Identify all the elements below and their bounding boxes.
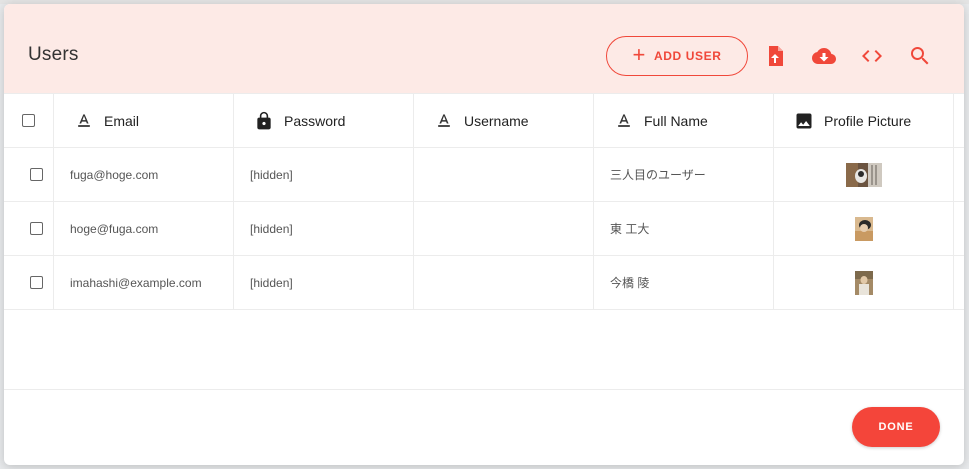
add-user-label: ADD USER <box>653 49 722 63</box>
file-upload-icon[interactable] <box>763 44 787 68</box>
row-overflow <box>954 148 964 201</box>
password-cell[interactable]: [hidden] <box>234 202 414 255</box>
row-checkbox[interactable] <box>30 168 43 181</box>
column-header-full-name[interactable]: Full Name <box>594 94 774 147</box>
text-format-icon <box>618 113 630 127</box>
column-label: Password <box>284 112 346 129</box>
row-overflow <box>954 202 964 255</box>
lock-icon <box>257 111 271 129</box>
dialog-title: Users <box>28 44 79 65</box>
search-icon[interactable] <box>908 44 932 68</box>
row-checkbox[interactable] <box>30 276 43 289</box>
full-name-cell[interactable]: 今橋 陵 <box>594 256 774 309</box>
profile-picture-thumbnail <box>845 162 882 187</box>
users-table: Email Password Username Full Name Profil… <box>4 93 964 310</box>
column-label: Profile Picture <box>824 112 912 129</box>
username-cell[interactable] <box>414 148 594 201</box>
email-cell[interactable]: fuga@hoge.com <box>54 148 234 201</box>
profile-picture-thumbnail <box>854 216 873 241</box>
column-header-password[interactable]: Password <box>234 94 414 147</box>
select-all-checkbox[interactable] <box>22 114 35 127</box>
email-cell[interactable]: imahashi@example.com <box>54 256 234 309</box>
profile-picture-thumbnail <box>854 270 873 295</box>
column-label: Username <box>464 112 529 129</box>
profile-picture-cell[interactable] <box>774 256 954 309</box>
column-header-email[interactable]: Email <box>54 94 234 147</box>
username-cell[interactable] <box>414 256 594 309</box>
table-row[interactable]: hoge@fuga.com [hidden] 東 工大 <box>4 202 964 256</box>
profile-picture-cell[interactable] <box>774 202 954 255</box>
table-row[interactable]: imahashi@example.com [hidden] 今橋 陵 <box>4 256 964 310</box>
image-icon <box>796 113 812 128</box>
column-header-overflow <box>954 94 964 147</box>
dialog-header: Users + ADD USER <box>4 4 964 93</box>
profile-picture-cell[interactable] <box>774 148 954 201</box>
column-label: Email <box>104 112 140 129</box>
text-format-icon <box>438 113 450 127</box>
column-header-profile-picture[interactable]: Profile Picture <box>774 94 954 147</box>
column-label: Full Name <box>644 112 708 129</box>
select-all-cell <box>4 94 54 147</box>
code-icon[interactable] <box>860 44 884 68</box>
users-dialog: Users + ADD USER Email Password Username… <box>4 4 964 465</box>
row-select-cell <box>4 148 54 201</box>
row-select-cell <box>4 202 54 255</box>
footer-divider <box>4 389 964 390</box>
row-select-cell <box>4 256 54 309</box>
email-cell[interactable]: hoge@fuga.com <box>54 202 234 255</box>
table-header-row: Email Password Username Full Name Profil… <box>4 93 964 148</box>
password-cell[interactable]: [hidden] <box>234 148 414 201</box>
full-name-cell[interactable]: 東 工大 <box>594 202 774 255</box>
text-format-icon <box>78 113 90 127</box>
full-name-cell[interactable]: 三人目のユーザー <box>594 148 774 201</box>
username-cell[interactable] <box>414 202 594 255</box>
cloud-download-icon[interactable] <box>812 44 836 68</box>
column-header-username[interactable]: Username <box>414 94 594 147</box>
done-button[interactable]: DONE <box>852 407 940 447</box>
plus-icon: + <box>632 42 646 67</box>
row-overflow <box>954 256 964 309</box>
row-checkbox[interactable] <box>30 222 43 235</box>
add-user-button[interactable]: + ADD USER <box>606 36 748 76</box>
password-cell[interactable]: [hidden] <box>234 256 414 309</box>
table-row[interactable]: fuga@hoge.com [hidden] 三人目のユーザー <box>4 148 964 202</box>
